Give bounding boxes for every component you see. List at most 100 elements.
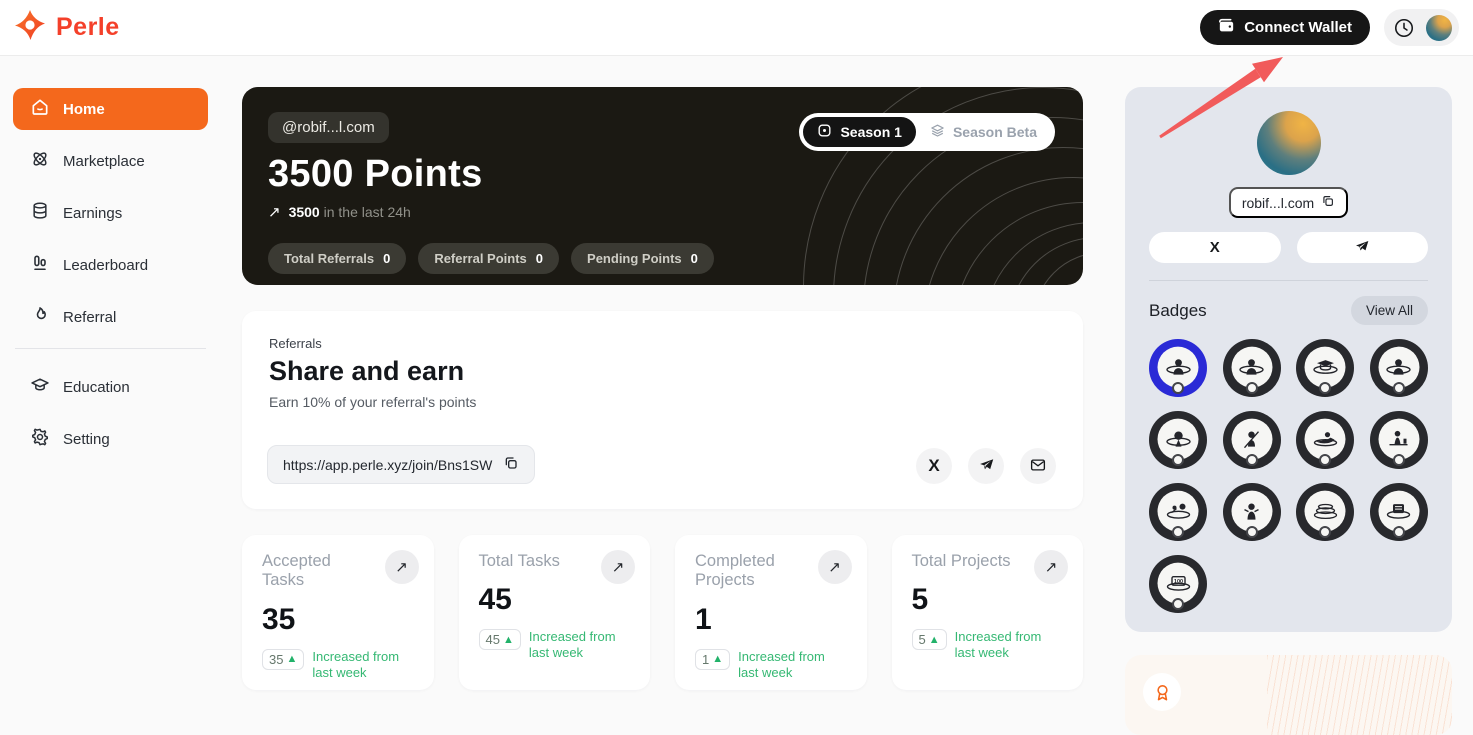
delta-chip: 45▲: [479, 629, 521, 650]
completed-projects-card: Completed Projects ↗ 1 1▲ Increased from…: [675, 535, 867, 690]
completed-projects-link-button[interactable]: ↗: [818, 550, 852, 584]
profile-x-button[interactable]: X: [1149, 232, 1281, 263]
badge-mastermind[interactable]: [1149, 411, 1207, 469]
total-referrals-pill: Total Referrals0: [268, 243, 406, 274]
total-tasks-card: Total Tasks ↗ 45 45▲ Increased from last…: [459, 535, 651, 690]
triangle-up-icon: ▲: [712, 653, 723, 665]
referrals-card: Referrals Share and earn Earn 10% of you…: [242, 311, 1083, 509]
triangle-up-icon: ▲: [503, 634, 514, 646]
flame-icon: [30, 305, 50, 329]
telegram-icon: [978, 456, 995, 476]
completed-projects-value: 1: [695, 603, 847, 637]
top-header: Perle Connect Wallet: [0, 0, 1473, 56]
badge-accuracy-guardian[interactable]: [1223, 483, 1281, 541]
profile-panel: robif...l.com X Badges View All: [1125, 87, 1452, 632]
sidebar-item-setting[interactable]: Setting: [13, 418, 208, 460]
total-projects-link-button[interactable]: ↗: [1034, 550, 1068, 584]
accepted-tasks-value: 35: [262, 603, 414, 637]
arrow-up-right-icon: ↗: [828, 558, 841, 576]
badge-marathoner[interactable]: [1370, 411, 1428, 469]
history-clock-icon[interactable]: [1391, 15, 1416, 40]
user-pill: [1384, 9, 1459, 46]
referrals-eyebrow: Referrals: [269, 336, 1056, 351]
sidebar-item-earnings[interactable]: Earnings: [13, 192, 208, 234]
arrow-up-right-icon: ↗: [1045, 558, 1058, 576]
triangle-up-icon: ▲: [286, 653, 297, 665]
share-x-button[interactable]: X: [916, 448, 952, 484]
accepted-tasks-card: Accepted Tasks ↗ 35 35▲ Increased from l…: [242, 535, 434, 690]
pending-points-pill: Pending Points0: [571, 243, 714, 274]
badge-combo-master-3[interactable]: 100: [1149, 555, 1207, 613]
referral-points-pill: Referral Points0: [418, 243, 559, 274]
x-logo-icon: X: [928, 456, 939, 476]
referral-link-text: https://app.perle.xyz/join/Bns1SW: [283, 457, 492, 473]
perle-logo[interactable]: Perle: [14, 9, 120, 46]
delta-chip: 1▲: [695, 649, 730, 670]
referral-link-copy[interactable]: https://app.perle.xyz/join/Bns1SW: [267, 445, 535, 484]
badge-speed-demon[interactable]: [1296, 411, 1354, 469]
profile-avatar: [1257, 111, 1321, 175]
badge-combo-master-1[interactable]: [1296, 483, 1354, 541]
points-delta: ↗ 3500 in the last 24h: [268, 203, 1057, 221]
award-medal-icon: [1143, 673, 1181, 711]
delta-chip: 5▲: [912, 629, 947, 650]
badge-scholar[interactable]: [1296, 339, 1354, 397]
season-toggle: Season 1 Season Beta: [799, 113, 1055, 151]
badge-professor[interactable]: [1370, 339, 1428, 397]
share-email-button[interactable]: [1020, 448, 1056, 484]
stats-row: Accepted Tasks ↗ 35 35▲ Increased from l…: [242, 535, 1083, 690]
season-beta-tab[interactable]: Season Beta: [916, 117, 1051, 147]
x-logo-icon: X: [1210, 239, 1220, 256]
arrow-up-right-icon: ↗: [395, 558, 408, 576]
sidebar-divider: [15, 348, 206, 349]
profile-handle-copy[interactable]: robif...l.com: [1229, 187, 1348, 218]
referrals-subtitle: Earn 10% of your referral's points: [269, 394, 1056, 410]
main-content: @robif...l.com 3500 Points ↗ 3500 in the…: [242, 87, 1083, 690]
badges-title: Badges: [1149, 301, 1207, 321]
season-1-tab[interactable]: Season 1: [803, 117, 915, 147]
share-and-earn-title: Share and earn: [269, 356, 1056, 387]
badge-bug-hunter[interactable]: [1149, 483, 1207, 541]
stripes-decoration: [1267, 655, 1452, 735]
sidebar-item-referral[interactable]: Referral: [13, 296, 208, 338]
connect-wallet-button[interactable]: Connect Wallet: [1200, 10, 1370, 45]
total-projects-value: 5: [912, 583, 1064, 617]
badge-researcher[interactable]: [1223, 339, 1281, 397]
accepted-tasks-link-button[interactable]: ↗: [385, 550, 419, 584]
badges-grid: 100: [1149, 339, 1428, 613]
total-tasks-value: 45: [479, 583, 631, 617]
marketplace-icon: [30, 149, 50, 173]
rewards-teaser-card[interactable]: [1125, 655, 1452, 735]
telegram-icon: [1354, 238, 1370, 257]
points-hero-card: @robif...l.com 3500 Points ↗ 3500 in the…: [242, 87, 1083, 285]
badge-trailblazer[interactable]: [1223, 411, 1281, 469]
svg-text:100: 100: [1173, 579, 1182, 585]
copy-icon: [1321, 194, 1335, 211]
season-disc-icon: [817, 123, 832, 141]
brand-name: Perle: [56, 13, 120, 42]
user-avatar[interactable]: [1426, 15, 1452, 41]
trend-up-icon: ↗: [268, 203, 281, 221]
education-icon: [30, 375, 50, 399]
hero-handle-badge: @robif...l.com: [268, 112, 389, 143]
wallet-icon: [1218, 18, 1235, 37]
total-tasks-link-button[interactable]: ↗: [601, 550, 635, 584]
panel-divider: [1149, 280, 1428, 281]
points-total: 3500 Points: [268, 153, 1057, 196]
profile-telegram-button[interactable]: [1297, 232, 1429, 263]
email-icon: [1029, 456, 1047, 477]
sidebar-item-leaderboard[interactable]: Leaderboard: [13, 244, 208, 286]
badge-novice[interactable]: [1149, 339, 1207, 397]
sidebar-item-education[interactable]: Education: [13, 366, 208, 408]
copy-icon: [503, 455, 519, 474]
arrow-up-right-icon: ↗: [612, 558, 625, 576]
leaderboard-icon: [30, 253, 50, 277]
gear-icon: [30, 427, 50, 451]
perle-star-icon: [14, 9, 46, 46]
sidebar-item-home[interactable]: Home: [13, 88, 208, 130]
share-telegram-button[interactable]: [968, 448, 1004, 484]
layers-icon: [930, 123, 945, 141]
view-all-badges-button[interactable]: View All: [1351, 296, 1428, 325]
sidebar-item-marketplace[interactable]: Marketplace: [13, 140, 208, 182]
badge-combo-master-2[interactable]: [1370, 483, 1428, 541]
